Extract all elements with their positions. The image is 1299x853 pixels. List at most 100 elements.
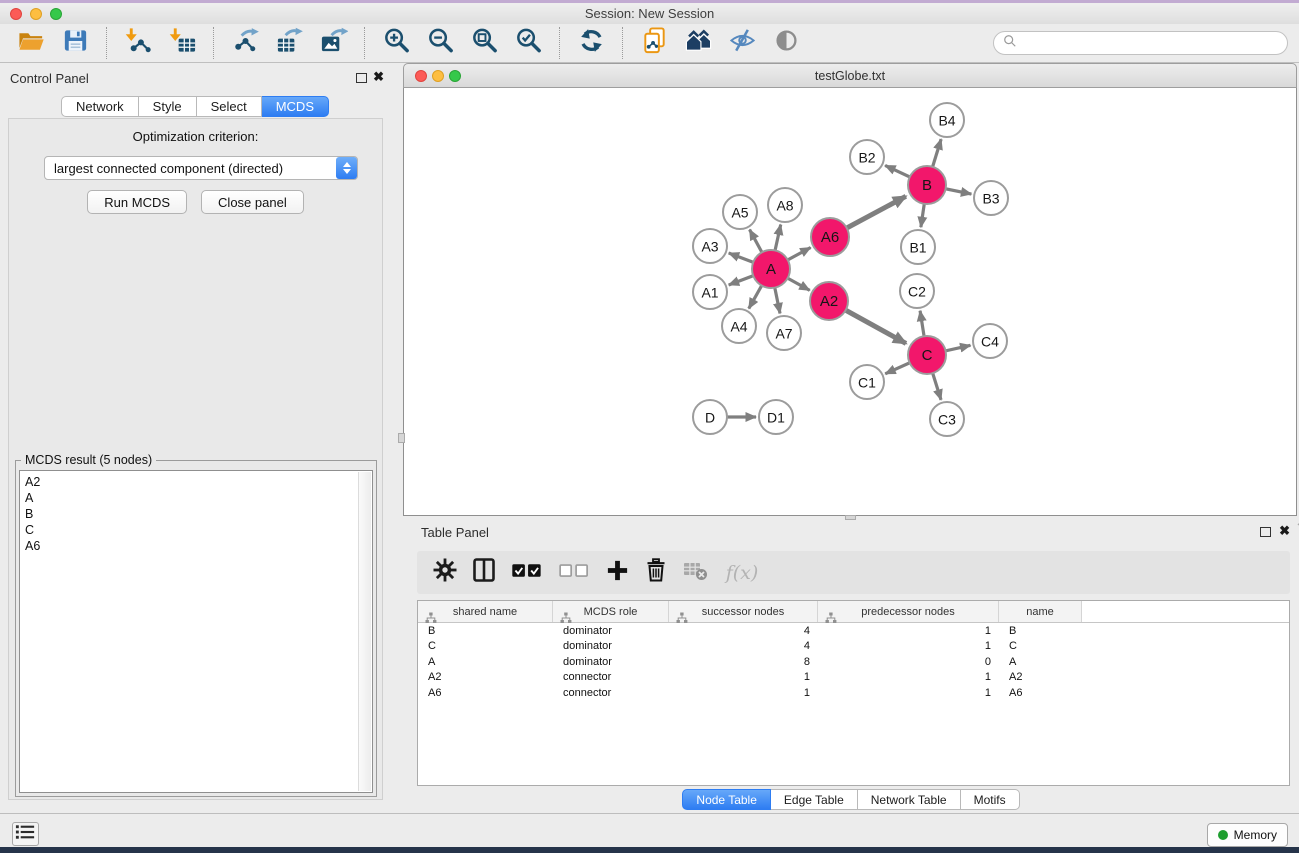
table-row-b[interactable]: Bdominator41B (418, 623, 1289, 639)
tab-node-table[interactable]: Node Table (682, 789, 771, 810)
result-item-a[interactable]: A (25, 490, 372, 506)
toolbar-separator (559, 27, 560, 59)
graph-node-a3[interactable]: A3 (693, 229, 727, 263)
graph-node-c2[interactable]: C2 (900, 274, 934, 308)
refresh-view-button[interactable] (572, 26, 610, 60)
graph-node-b1[interactable]: B1 (901, 230, 935, 264)
export-table-button[interactable] (270, 26, 308, 60)
zoom-in-button[interactable] (377, 26, 415, 60)
checked-boxes-icon (511, 560, 543, 586)
zoom-fit-button[interactable] (465, 26, 503, 60)
tab-motifs[interactable]: Motifs (961, 789, 1020, 810)
column-header-name[interactable]: name (999, 601, 1082, 622)
graph-node-a4[interactable]: A4 (722, 309, 756, 343)
zoom-selected-button[interactable] (509, 26, 547, 60)
tab-network[interactable]: Network (61, 96, 139, 117)
tab-select[interactable]: Select (197, 96, 262, 117)
tab-network-table[interactable]: Network Table (858, 789, 961, 810)
result-item-a2[interactable]: A2 (25, 474, 372, 490)
deselect-all-button[interactable] (555, 558, 593, 588)
hide-graphics-details-button[interactable] (723, 26, 761, 60)
graph-node-a5[interactable]: A5 (723, 195, 757, 229)
float-panel-icon[interactable] (356, 73, 367, 83)
optimization-select[interactable]: largest connected component (directed) (44, 156, 358, 180)
graph-node-b3[interactable]: B3 (974, 181, 1008, 215)
graph-node-d1[interactable]: D1 (759, 400, 793, 434)
export-image-button[interactable] (314, 26, 352, 60)
function-builder-button[interactable]: f(x) (719, 558, 763, 588)
column-header-mcds-role[interactable]: MCDS role (553, 601, 669, 622)
column-header-successor-nodes[interactable]: successor nodes (669, 601, 818, 622)
home-button[interactable] (679, 26, 717, 60)
import-network-button[interactable] (119, 26, 157, 60)
graph-node-a2[interactable]: A2 (810, 282, 848, 320)
graph-node-c4[interactable]: C4 (973, 324, 1007, 358)
graph-node-b4[interactable]: B4 (930, 103, 964, 137)
delete-table-button[interactable] (680, 558, 710, 588)
graph-node-a1[interactable]: A1 (693, 275, 727, 309)
delete-column-button[interactable] (641, 558, 671, 588)
search-input[interactable] (1022, 36, 1278, 51)
show-graphics-details-button[interactable] (767, 26, 805, 60)
import-network-icon (124, 26, 153, 60)
import-table-button[interactable] (163, 26, 201, 60)
graph-node-c[interactable]: C (908, 336, 946, 374)
graph-node-a[interactable]: A (752, 250, 790, 288)
export-image-icon (319, 26, 348, 60)
close-panel-icon[interactable]: ✖ (373, 72, 384, 82)
add-column-button[interactable] (602, 558, 632, 588)
open-file-button[interactable] (12, 26, 50, 60)
horizontal-splitter-grip[interactable] (845, 515, 856, 520)
table-row-a[interactable]: Adominator80A (418, 654, 1289, 670)
graph-node-b[interactable]: B (908, 166, 946, 204)
plus-icon (605, 558, 630, 588)
graph-node-d[interactable]: D (693, 400, 727, 434)
float-table-panel-icon[interactable] (1260, 527, 1271, 537)
table-row-a6[interactable]: A6connector11A6 (418, 685, 1289, 701)
run-mcds-button[interactable]: Run MCDS (87, 190, 187, 214)
tab-mcds[interactable]: MCDS (262, 96, 329, 117)
network-canvas[interactable]: B4 B2 B B3 A5 A8 A6 A3 B1 A A1 C2 A2 A4 A7 C4 C C1 C3 D D1 (403, 88, 1297, 516)
network-window-titlebar[interactable]: testGlobe.txt (403, 63, 1297, 88)
panel-splitter-grip[interactable] (398, 433, 405, 443)
graph-node-b2[interactable]: B2 (850, 140, 884, 174)
table-settings-button[interactable] (430, 558, 460, 588)
graph-node-a8[interactable]: A8 (768, 188, 802, 222)
duplicate-network-button[interactable] (635, 26, 673, 60)
column-header-shared-name[interactable]: shared name (418, 601, 553, 622)
close-table-panel-icon[interactable]: ✖ (1279, 526, 1290, 536)
export-table-icon (275, 26, 304, 60)
select-all-button[interactable] (508, 558, 546, 588)
graph-node-c1[interactable]: C1 (850, 365, 884, 399)
column-header-predecessor-nodes[interactable]: predecessor nodes (818, 601, 999, 622)
memory-button[interactable]: Memory (1207, 823, 1288, 847)
optimization-select-value: largest connected component (directed) (45, 161, 336, 176)
save-session-button[interactable] (56, 26, 94, 60)
zoom-out-button[interactable] (421, 26, 459, 60)
select-stepper-icon (336, 157, 357, 179)
trash-icon (643, 557, 669, 588)
graph-node-c3[interactable]: C3 (930, 402, 964, 436)
result-item-c[interactable]: C (25, 522, 372, 538)
table-row-a2[interactable]: A2connector11A2 (418, 670, 1289, 686)
result-item-a6[interactable]: A6 (25, 538, 372, 554)
result-item-b[interactable]: B (25, 506, 372, 522)
control-panel: Control Panel ✖ NetworkStyleSelectMCDS O… (0, 63, 390, 813)
tab-style[interactable]: Style (139, 96, 197, 117)
node-table-header: shared nameMCDS rolesuccessor nodesprede… (418, 601, 1289, 623)
result-list-scrollbar[interactable] (358, 472, 371, 791)
table-row-c[interactable]: Cdominator41C (418, 639, 1289, 655)
import-table-icon (168, 26, 197, 60)
svg-text:A7: A7 (775, 326, 792, 342)
export-network-button[interactable] (226, 26, 264, 60)
cell-name: C (999, 640, 1082, 652)
graph-node-a7[interactable]: A7 (767, 316, 801, 350)
tab-edge-table[interactable]: Edge Table (771, 789, 858, 810)
show-panels-button[interactable] (12, 822, 39, 846)
show-columns-button[interactable] (469, 558, 499, 588)
zoom-fit-icon (470, 26, 499, 60)
graph-node-a6[interactable]: A6 (811, 218, 849, 256)
search-field[interactable] (993, 31, 1288, 55)
close-panel-button[interactable]: Close panel (201, 190, 304, 214)
zoom-selected-icon (514, 26, 543, 60)
